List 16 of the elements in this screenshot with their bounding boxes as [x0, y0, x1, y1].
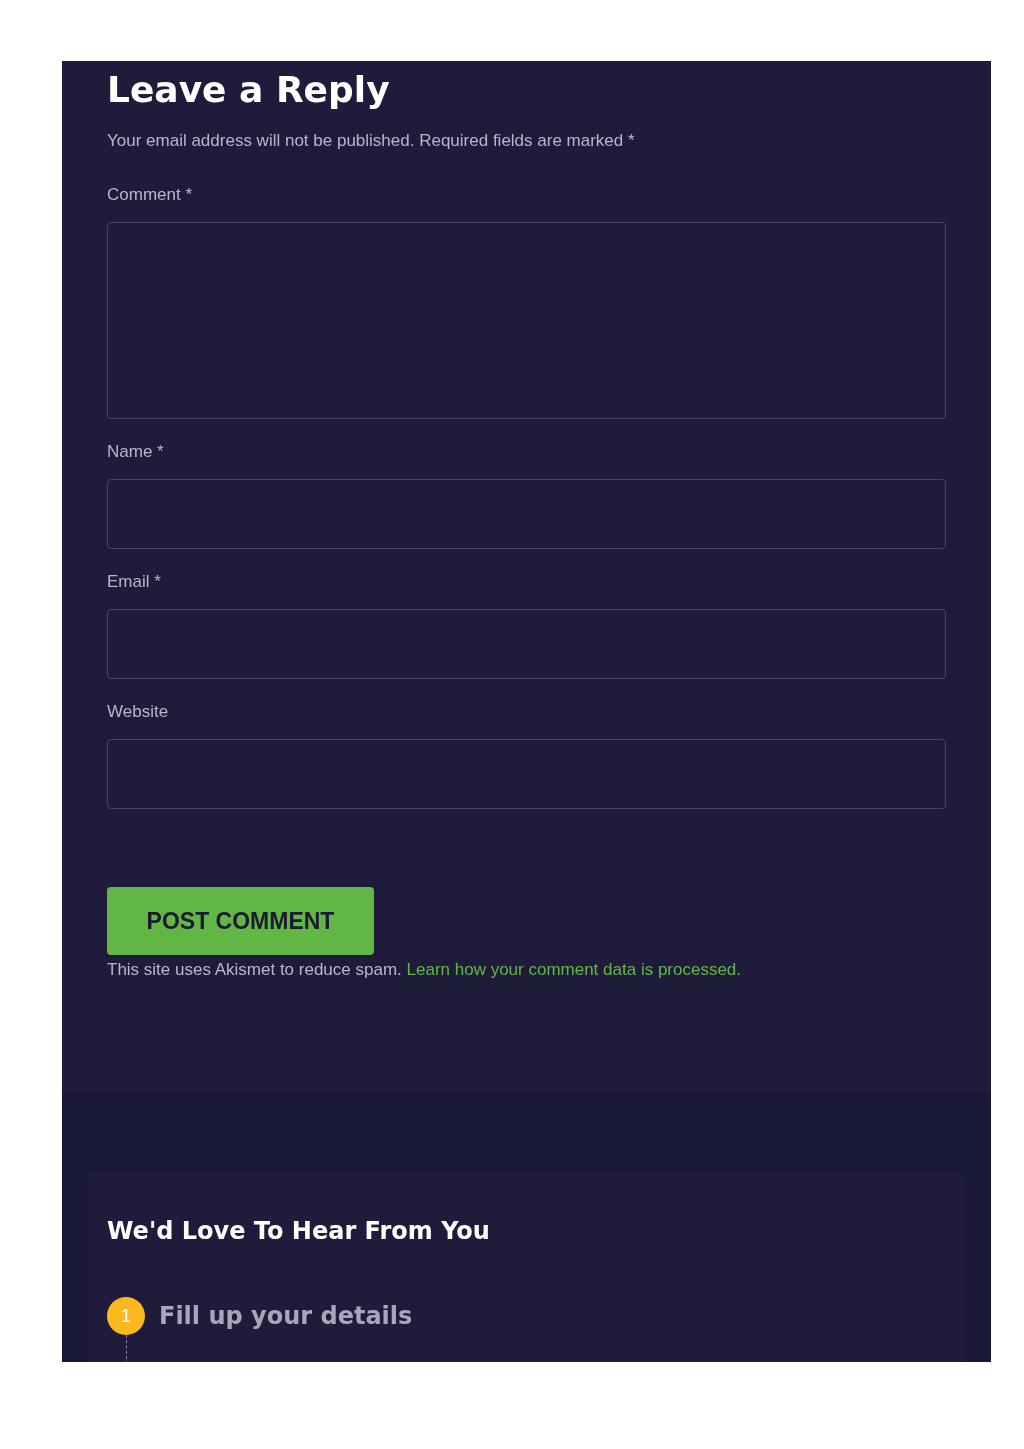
- step-label: Fill up your details: [159, 1302, 413, 1330]
- input-field[interactable]: [107, 479, 946, 549]
- field-label: Name *: [107, 441, 165, 463]
- notice-text: Your email address will not be published. Required fields are marked *: [107, 130, 636, 152]
- card-title: We'd Love To Hear From You: [107, 1216, 491, 1247]
- comment-field[interactable]: [107, 222, 946, 419]
- section-title: Leave a Reply: [107, 68, 391, 112]
- post-comment-button[interactable]: POST COMMENT: [107, 887, 374, 955]
- field-label: Email *: [107, 571, 162, 593]
- spam-note: This site uses Akismet to reduce spam. Learn how your comment data is processed.: [107, 959, 743, 981]
- field-label: Website: [107, 701, 170, 723]
- input-field[interactable]: [107, 609, 946, 679]
- input-field[interactable]: [107, 739, 946, 809]
- privacy-link[interactable]: Learn how your comment data is processed.: [406, 960, 742, 979]
- field-label: Comment *: [107, 184, 194, 206]
- step-number: 1: [107, 1297, 145, 1335]
